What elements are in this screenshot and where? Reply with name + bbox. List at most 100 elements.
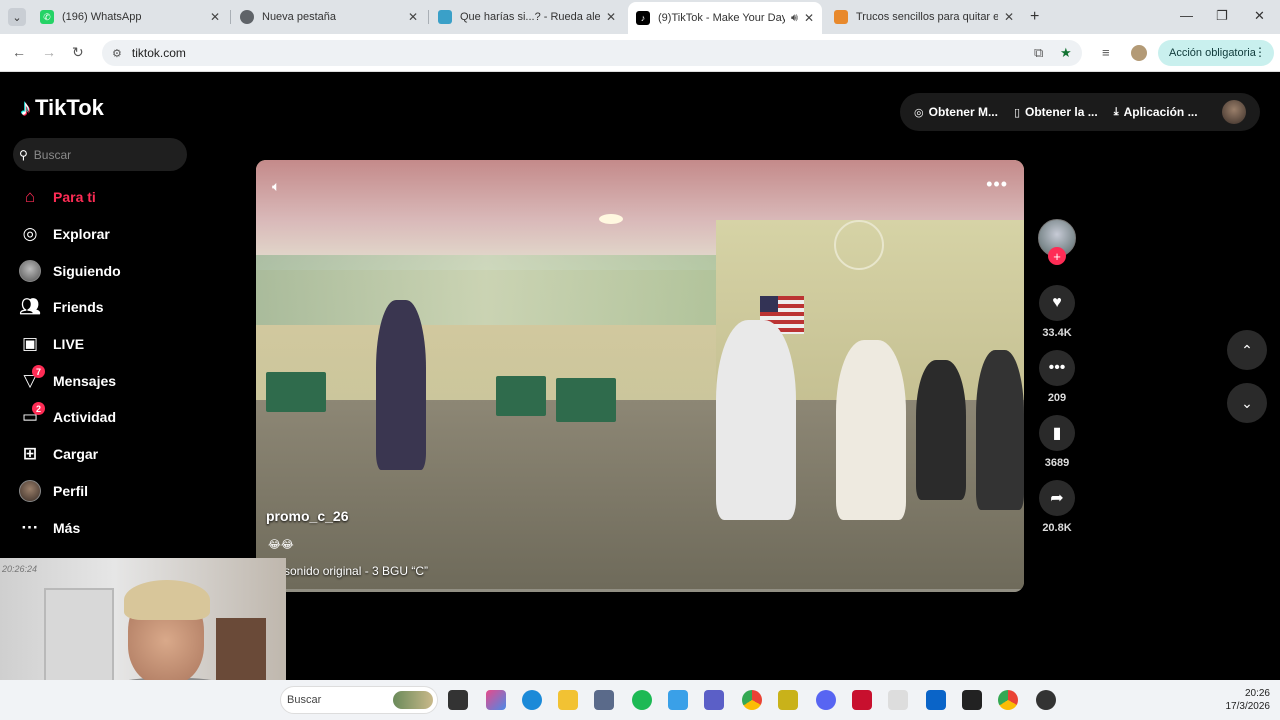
close-tab-icon[interactable]: ✕ (804, 11, 814, 25)
required-action-button[interactable]: Acción obligatoria ⋮ (1158, 40, 1274, 66)
nav-item-friends[interactable]: 👥︎ Friends (18, 289, 218, 326)
chrome-icon[interactable] (742, 690, 762, 710)
nav-item-live[interactable]: ▣ LIVE (18, 326, 218, 363)
speaker-icon[interactable]: 🔊︎ (791, 12, 798, 25)
back-icon[interactable]: ← (12, 44, 26, 60)
video-options-icon[interactable]: ••• (986, 174, 1008, 195)
download-icon: ⤓ (1113, 105, 1119, 118)
teams-icon[interactable] (704, 690, 724, 710)
reload-icon[interactable]: ↻ (72, 44, 84, 61)
edge-icon[interactable] (522, 690, 542, 710)
video-scene-person (976, 350, 1024, 510)
close-tab-icon[interactable]: ✕ (408, 10, 418, 24)
calculator-icon[interactable] (594, 690, 614, 710)
copilot-icon[interactable] (486, 690, 506, 710)
site-info-icon[interactable]: ⚙ (112, 47, 122, 60)
nav-item-perfil[interactable]: Perfil (18, 473, 218, 510)
share-button[interactable]: ➦ 20.8K (1036, 480, 1078, 534)
outlook-icon[interactable] (926, 690, 946, 710)
get-coins-button[interactable]: ◎ Obtener M... (914, 105, 998, 119)
comment-button[interactable]: ••• 209 (1036, 350, 1078, 404)
coin-icon: ◎ (914, 106, 924, 119)
spotify-icon[interactable] (632, 690, 652, 710)
search-icon: ⚲ (19, 147, 28, 162)
task-view-icon[interactable] (448, 690, 468, 710)
following-avatar-icon (18, 259, 42, 283)
user-avatar[interactable] (1222, 100, 1246, 124)
profile-avatar[interactable] (1131, 45, 1147, 61)
taskbar-search[interactable]: Buscar (280, 686, 438, 714)
webcam-timestamp: 20:26:24 (2, 564, 38, 574)
follow-plus-icon[interactable]: + (1048, 247, 1066, 265)
more-icon: ··· (21, 517, 39, 537)
tab-wheel[interactable]: Que harías si...? - Rueda aleatoria ✕ (430, 4, 624, 30)
system-clock[interactable]: 20:26 17/3/2026 (1226, 687, 1271, 713)
clock-date: 17/3/2026 (1225, 701, 1271, 712)
close-tab-icon[interactable]: ✕ (1004, 10, 1014, 24)
close-window-button[interactable]: ✕ (1254, 8, 1265, 24)
save-button[interactable]: ▮ 3689 (1036, 415, 1078, 469)
install-app-icon[interactable]: ⧉ (1034, 45, 1043, 61)
volume-icon[interactable]: 🔈︎ (272, 178, 280, 195)
tab-tiktok[interactable]: ♪ (9)TikTok - Make Your Day 🔊︎ ✕ (628, 2, 822, 34)
save-count: 3689 (1044, 457, 1070, 469)
close-tab-icon[interactable]: ✕ (606, 10, 616, 24)
address-bar[interactable]: ⚙ tiktok.com (102, 40, 1082, 66)
bookmark-star-icon[interactable]: ★ (1060, 45, 1072, 61)
file-explorer-icon[interactable] (558, 690, 578, 710)
desktop-app-button[interactable]: ⤓ Aplicación ... (1114, 105, 1198, 119)
forward-icon[interactable]: → (42, 44, 56, 60)
media-control-icon[interactable]: ≡ (1102, 45, 1110, 60)
chrome-profile-icon[interactable] (998, 690, 1018, 710)
recorder-icon[interactable] (962, 690, 982, 710)
friends-icon: 👥︎ (19, 297, 41, 317)
search-highlight-image (393, 691, 433, 709)
share-icon: ➦ (1039, 480, 1075, 516)
nav-item-mas[interactable]: ··· Más (18, 509, 218, 546)
nav-item-cargar[interactable]: ⊞ Cargar (18, 436, 218, 473)
tab-article[interactable]: Trucos sencillos para quitar el olor ✕ (826, 4, 1022, 30)
new-tab-button[interactable]: + (1030, 8, 1039, 26)
next-video-button[interactable]: ⌄ (1227, 383, 1267, 423)
close-tab-icon[interactable]: ✕ (210, 10, 220, 24)
get-app-button[interactable]: ▯ Obtener la ... (1014, 105, 1098, 119)
sidebar-nav: ⌂ Para ti ◎ Explorar Siguiendo 👥︎ Friend… (18, 179, 218, 546)
previous-video-button[interactable]: ⌃ (1227, 330, 1267, 370)
menu-dots-icon[interactable]: ⋮ (1254, 45, 1266, 59)
search-input[interactable] (33, 147, 174, 162)
obs-icon[interactable] (1036, 690, 1056, 710)
game-icon[interactable] (852, 690, 872, 710)
restore-button[interactable]: ❐ (1216, 8, 1228, 24)
video-sound-link[interactable]: sonido original - 3 BGU “C” (284, 564, 428, 578)
comment-count: 209 (1047, 392, 1067, 404)
tiktok-logo[interactable]: ♪ TikTok (20, 95, 104, 121)
video-scene-person (376, 300, 426, 470)
video-username[interactable]: promo_c_26 (266, 508, 348, 524)
nav-item-mensajes[interactable]: ▽ 7 Mensajes (18, 362, 218, 399)
tab-whatsapp[interactable]: ✆ (196) WhatsApp ✕ (32, 4, 228, 30)
clock-time: 20:26 (1244, 688, 1270, 699)
app-icon[interactable] (888, 690, 908, 710)
like-button[interactable]: ♥ 33.4K (1036, 285, 1078, 339)
activity-badge: 2 (32, 402, 45, 416)
minimize-button[interactable]: — (1180, 8, 1193, 23)
nav-item-explorar[interactable]: ◎ Explorar (18, 216, 218, 253)
nav-item-para-ti[interactable]: ⌂ Para ti (18, 179, 218, 216)
tab-new-tab[interactable]: Nueva pestaña ✕ (232, 4, 426, 30)
article-icon (834, 10, 848, 24)
nav-item-siguiendo[interactable]: Siguiendo (18, 252, 218, 289)
discord-icon[interactable] (816, 690, 836, 710)
onedrive-icon[interactable] (668, 690, 688, 710)
video-scene-person (916, 360, 966, 500)
notes-icon[interactable] (778, 690, 798, 710)
video-progress-bar[interactable] (256, 589, 1024, 592)
browser-tab-strip: ⌄ ✆ (196) WhatsApp ✕ Nueva pestaña ✕ Que… (0, 0, 1280, 34)
browser-toolbar: ← → ↻ ⚙ tiktok.com ⧉ ★ ≡ Acción obligato… (0, 34, 1280, 72)
video-scene-lamp (599, 214, 623, 224)
compass-icon: ◎ (22, 224, 38, 244)
video-player[interactable]: 🔈︎ ••• promo_c_26 😂😂 sonido original - 3… (256, 160, 1024, 592)
nav-item-actividad[interactable]: ▭ 2 Actividad (18, 399, 218, 436)
tab-search-dropdown[interactable]: ⌄ (8, 8, 26, 26)
search-box[interactable]: ⚲ (13, 138, 187, 171)
windows-taskbar: Buscar 20:26 17/3/2026 (0, 680, 1280, 720)
